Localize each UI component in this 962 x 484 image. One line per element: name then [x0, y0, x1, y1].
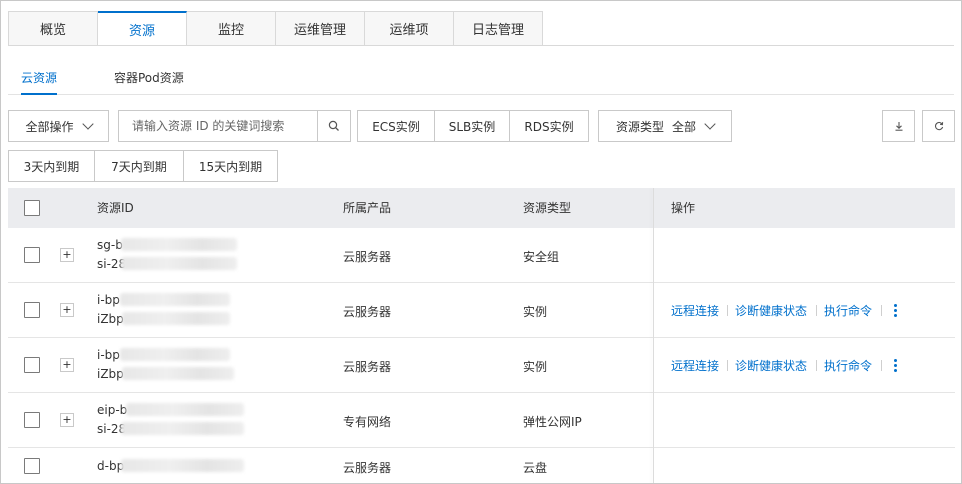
action-divider — [881, 305, 882, 316]
action-divider — [881, 360, 882, 371]
row-checkbox[interactable] — [24, 458, 40, 474]
subtab-cloud-resources[interactable]: 云资源 — [21, 63, 58, 95]
resource-id-line2: iZbp — [97, 312, 124, 326]
tab-monitoring[interactable]: 监控 — [187, 11, 276, 46]
instance-filter-group: ECS实例 SLB实例 RDS实例 — [357, 110, 589, 142]
type-cell: 实例 — [523, 305, 548, 319]
redacted-id — [120, 348, 230, 361]
resource-type-label: 资源类型 — [615, 119, 664, 134]
download-button[interactable] — [882, 110, 915, 142]
tab-overview[interactable]: 概览 — [8, 11, 98, 46]
product-cell: 云服务器 — [343, 360, 392, 374]
redacted-id — [120, 293, 230, 306]
refresh-button[interactable] — [922, 110, 955, 142]
type-cell: 弹性公网IP — [523, 415, 582, 429]
column-resource-type: 资源类型 — [523, 201, 572, 215]
tab-ops-management[interactable]: 运维管理 — [276, 11, 365, 46]
action-divider — [727, 305, 728, 316]
search-icon — [328, 120, 339, 131]
resource-panel: 概览 资源 监控 运维管理 运维项 日志管理 云资源 容器Pod资源 全部操作 … — [0, 0, 962, 484]
action-divider — [727, 360, 728, 371]
table-row: + eip-b si-28 专有网络 弹性公网IP — [8, 393, 955, 448]
table-row: + sg-b si-28 云服务器 安全组 — [8, 228, 955, 283]
chevron-down-icon — [704, 117, 716, 130]
table-row: + i-bp iZbp 云服务器 实例 远程连接 诊断健康状态 执行命令 — [8, 283, 955, 338]
action-divider — [816, 305, 817, 316]
diagnose-health-link[interactable]: 诊断健康状态 — [735, 357, 807, 374]
bulk-actions-dropdown[interactable]: 全部操作 — [8, 110, 109, 142]
fixed-column-divider — [653, 188, 654, 483]
redacted-id — [122, 312, 230, 325]
redacted-id — [121, 459, 244, 472]
redacted-id — [121, 238, 237, 251]
tab-log-management[interactable]: 日志管理 — [454, 11, 543, 46]
resource-id-line1: i-bp — [97, 293, 120, 307]
product-cell: 云服务器 — [343, 305, 392, 319]
resource-id-line1: sg-b — [97, 238, 123, 252]
action-divider — [816, 360, 817, 371]
expand-icon[interactable]: + — [60, 248, 74, 262]
row-checkbox[interactable] — [24, 412, 40, 428]
bulk-actions-label: 全部操作 — [25, 119, 74, 134]
expand-icon[interactable]: + — [60, 303, 74, 317]
filter-expire-15d-button[interactable]: 15天内到期 — [184, 150, 278, 182]
chevron-down-icon — [81, 117, 94, 130]
type-cell: 安全组 — [523, 250, 560, 264]
diagnose-health-link[interactable]: 诊断健康状态 — [735, 302, 807, 319]
column-actions: 操作 — [671, 201, 696, 215]
remote-connect-link[interactable]: 远程连接 — [671, 302, 719, 319]
product-cell: 云服务器 — [343, 461, 392, 475]
column-product: 所属产品 — [343, 201, 392, 215]
search-input[interactable] — [119, 111, 318, 141]
subtab-pod-resources[interactable]: 容器Pod资源 — [114, 63, 184, 95]
row-checkbox[interactable] — [24, 247, 40, 263]
more-icon[interactable] — [894, 359, 897, 372]
redacted-id — [122, 367, 234, 380]
filter-slb-button[interactable]: SLB实例 — [435, 110, 510, 142]
expiry-filter-group: 3天内到期 7天内到期 15天内到期 — [8, 150, 278, 182]
column-resource-id: 资源ID — [97, 201, 134, 215]
filter-expire-3d-button[interactable]: 3天内到期 — [8, 150, 95, 182]
expand-icon[interactable]: + — [60, 358, 74, 372]
main-tabs: 概览 资源 监控 运维管理 运维项 日志管理 — [8, 11, 543, 46]
redacted-id — [126, 403, 244, 416]
row-checkbox[interactable] — [24, 302, 40, 318]
table-header: 资源ID 所属产品 资源类型 操作 — [8, 188, 955, 228]
resource-id-line1: eip-b — [97, 403, 128, 417]
more-icon[interactable] — [894, 304, 897, 317]
tab-resources[interactable]: 资源 — [98, 11, 187, 46]
filter-ecs-button[interactable]: ECS实例 — [357, 110, 435, 142]
sub-tabs: 云资源 容器Pod资源 — [8, 63, 954, 95]
filter-expire-7d-button[interactable]: 7天内到期 — [95, 150, 184, 182]
filter-rds-button[interactable]: RDS实例 — [510, 110, 589, 142]
redacted-id — [121, 422, 244, 435]
resource-type-value: 全部 — [672, 119, 697, 134]
resource-id-line1: i-bp — [97, 348, 120, 362]
download-icon — [895, 122, 902, 131]
run-command-link[interactable]: 执行命令 — [824, 302, 872, 319]
resource-id-line2: iZbp — [97, 367, 124, 381]
run-command-link[interactable]: 执行命令 — [824, 357, 872, 374]
tab-ops-items[interactable]: 运维项 — [365, 11, 454, 46]
row-checkbox[interactable] — [24, 357, 40, 373]
expand-icon[interactable]: + — [60, 413, 74, 427]
resource-type-select[interactable]: 资源类型 全部 — [598, 110, 732, 142]
table-row: + i-bp iZbp 云服务器 实例 远程连接 诊断健康状态 执行命令 — [8, 338, 955, 393]
select-all-checkbox[interactable] — [24, 200, 40, 216]
redacted-id — [121, 257, 237, 270]
type-cell: 云盘 — [523, 461, 548, 475]
product-cell: 专有网络 — [343, 415, 392, 429]
product-cell: 云服务器 — [343, 250, 392, 264]
type-cell: 实例 — [523, 360, 548, 374]
resource-search — [118, 110, 351, 142]
remote-connect-link[interactable]: 远程连接 — [671, 357, 719, 374]
table-row: d-bp 云服务器 云盘 — [8, 448, 955, 483]
tabs-divider — [8, 45, 954, 46]
search-button[interactable] — [317, 111, 350, 141]
refresh-icon — [934, 121, 943, 131]
